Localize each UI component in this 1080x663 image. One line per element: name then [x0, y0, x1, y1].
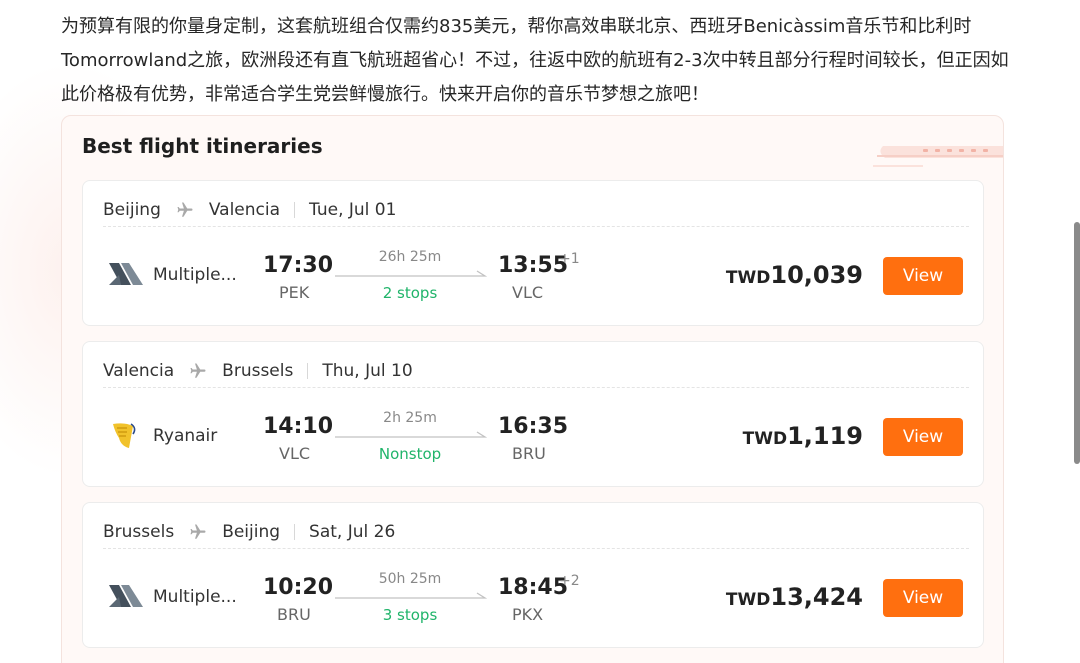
arrival-airport-code: VLC: [512, 283, 544, 302]
arrival-day-offset: +1: [559, 251, 580, 267]
flight-date: Tue, Jul 01: [309, 199, 397, 220]
arrival-time: 13:55: [498, 253, 569, 278]
decorative-plane-icon: [873, 146, 1003, 167]
ryanair-harp-icon: [113, 423, 136, 448]
itinerary-card[interactable]: Beijing Valencia Tue, Jul 01 Multiple...…: [82, 180, 984, 326]
price-currency: TWD: [742, 429, 788, 449]
scrollbar-thumb[interactable]: [1074, 222, 1080, 464]
destination-city: Beijing: [222, 521, 281, 542]
multiple-airlines-icon: [109, 263, 143, 285]
header-divider: [307, 362, 309, 379]
flight-date: Thu, Jul 10: [322, 360, 413, 381]
page: 为预算有限的你量身定制，这套航班组合仅需约835美元，帮你高效串联北京、西班牙B…: [0, 0, 1080, 663]
stops-count: 3 stops: [382, 606, 438, 624]
route-arrow-icon: [335, 431, 487, 438]
destination-city: Brussels: [222, 360, 294, 381]
panel-title: Best flight itineraries: [82, 134, 323, 158]
itinerary-route-header: Brussels Beijing Sat, Jul 26: [103, 515, 969, 549]
destination-city: Valencia: [208, 199, 281, 220]
itinerary-route-header: Beijing Valencia Tue, Jul 01: [103, 193, 969, 227]
airline-name: Multiple...: [153, 265, 237, 285]
price: TWD10,039: [726, 261, 863, 289]
arrival-airport-code: PKX: [512, 605, 544, 624]
flight-duration: 2h 25m: [383, 410, 437, 426]
flight-duration: 26h 25m: [378, 249, 442, 265]
itinerary-route-header: Valencia Brussels Thu, Jul 10: [103, 354, 969, 388]
origin-city: Beijing: [103, 199, 161, 220]
airplane-icon: [175, 201, 195, 219]
arrival-time: 18:45: [498, 575, 569, 600]
origin-city: Brussels: [103, 521, 175, 542]
route-arrow-icon: [335, 270, 487, 277]
intro-paragraph: 为预算有限的你量身定制，这套航班组合仅需约835美元，帮你高效串联北京、西班牙B…: [61, 16, 1009, 105]
arrival-time: 16:35: [498, 414, 569, 439]
header-divider: [294, 523, 296, 540]
stops-count: Nonstop: [378, 445, 442, 463]
flight-date: Sat, Jul 26: [309, 521, 396, 542]
price-currency: TWD: [725, 590, 771, 610]
multiple-airlines-icon: [109, 585, 143, 607]
price-amount: 1,119: [787, 422, 863, 450]
itinerary-card[interactable]: Brussels Beijing Sat, Jul 26 Multiple...…: [82, 502, 984, 648]
departure-airport-code: BRU: [277, 605, 311, 624]
departure-airport-code: PEK: [279, 283, 310, 302]
flight-duration: 50h 25m: [378, 571, 442, 587]
departure-time: 14:10: [263, 414, 334, 439]
origin-city: Valencia: [103, 360, 175, 381]
airline-name: Ryanair: [153, 426, 218, 446]
price: TWD1,119: [743, 422, 863, 450]
airplane-icon: [188, 362, 208, 380]
header-divider: [294, 201, 296, 218]
departure-airport-code: VLC: [279, 444, 311, 463]
departure-time: 10:20: [263, 575, 334, 600]
itinerary-card[interactable]: Valencia Brussels Thu, Jul 10 Ryanair 14…: [82, 341, 984, 487]
price: TWD13,424: [726, 583, 863, 611]
view-button[interactable]: View: [883, 418, 963, 456]
departure-time: 17:30: [263, 253, 334, 278]
stops-count: 2 stops: [382, 284, 438, 302]
airplane-icon: [188, 523, 208, 541]
airline-name: Multiple...: [153, 587, 237, 607]
price-amount: 13,424: [770, 583, 863, 611]
price-currency: TWD: [725, 268, 771, 288]
price-amount: 10,039: [770, 261, 863, 289]
view-button[interactable]: View: [883, 257, 963, 295]
flight-itineraries-panel: Best flight itineraries Beijing Valencia…: [61, 115, 1004, 663]
view-button[interactable]: View: [883, 579, 963, 617]
arrival-airport-code: BRU: [512, 444, 546, 463]
arrival-day-offset: +2: [559, 573, 580, 589]
route-arrow-icon: [335, 592, 487, 599]
